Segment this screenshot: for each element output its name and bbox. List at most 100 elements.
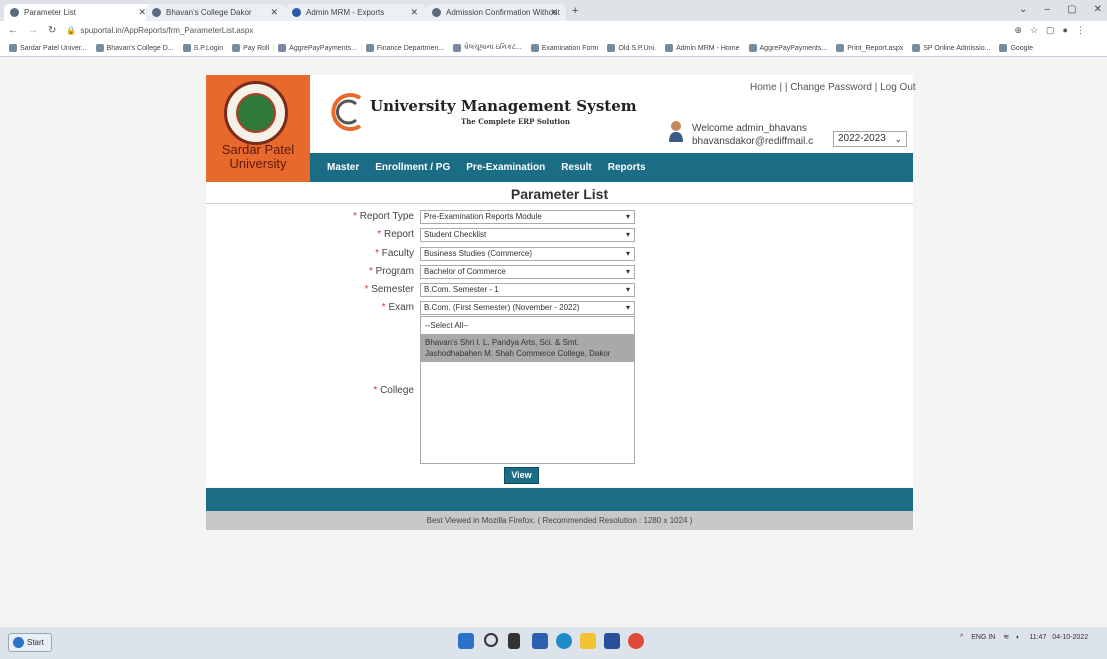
dropdown-arrow-icon: ▾ [625,303,630,312]
bookmark-icon [999,44,1008,52]
nav-enrollment-pg[interactable]: Enrollment / PG [375,162,450,173]
lang-indicator[interactable]: ENG IN [971,634,995,641]
bookmark-item[interactable]: ઘેલચૂલાના ઇનિકટ... [453,44,522,52]
semester-select[interactable]: B.Com. Semester - 1 ▾ [420,283,635,297]
new-tab-button[interactable]: + [572,5,578,17]
program-select[interactable]: Bachelor of Commerce ▾ [420,265,635,279]
user-email: bhavansdakor@rediffmail.c [692,136,814,147]
bookmark-item[interactable]: Google [999,44,1033,52]
windows-icon[interactable] [458,633,474,649]
bookmark-item[interactable]: SP Online Admissio... [912,44,990,52]
minimize-icon[interactable]: – [1044,4,1050,15]
tab-admission[interactable]: Admission Confirmation Without ✕ [426,4,566,21]
maximize-icon[interactable]: ▢ [1067,4,1076,15]
faculty-label: * Faculty [375,248,414,259]
bookmark-icon [748,44,757,52]
bookmark-icon [95,44,104,52]
university-name: Sardar Patel University [221,142,295,171]
university-logo[interactable]: Sardar Patel University [206,75,310,182]
report-label: * Report [377,229,414,240]
college-icon [152,8,161,17]
bookmark-item[interactable]: Print_Report.aspx [836,44,903,52]
wifi-icon[interactable]: ≋ [1003,634,1009,641]
report-type-select[interactable]: Pre-Examination Reports Module ▾ [420,210,635,224]
folder-icon[interactable] [580,633,596,649]
faculty-select[interactable]: Business Studies (Commerce) ▾ [420,247,635,261]
bookmark-icon [9,44,17,52]
search-icon[interactable] [484,633,498,647]
edge-icon[interactable] [556,633,572,649]
url-field[interactable]: spuportal.in/AppReports/frm_ParameterLis… [80,26,253,35]
bookmark-icon [453,44,462,52]
browser-actions[interactable]: ⊕☆▢●⋮ [1014,25,1093,36]
college-label: * College [373,385,414,396]
close-tab-icon[interactable]: ✕ [138,7,146,18]
close-tab-icon[interactable]: ✕ [550,7,558,18]
bookmark-item[interactable]: Pay Roll [232,44,269,52]
nav-reports[interactable]: Reports [608,162,646,173]
view-button[interactable]: View [504,467,539,484]
bookmark-icon [365,44,374,52]
bookmark-item[interactable]: Sardar Patel Univer... [9,44,87,52]
dropdown-arrow-icon: ▾ [625,267,630,276]
academic-year-select[interactable]: 2022-2023 ⌄ [833,131,907,147]
university-seal-icon [224,81,288,145]
bookmark-icon [912,44,921,52]
bookmark-item[interactable]: AggrePayPayments... [748,44,827,52]
volume-icon[interactable]: ◖ [1015,634,1019,641]
footer-note: Best Viewed in Mozilla Firefox. ( Recomm… [206,511,913,530]
dropdown-arrow-icon: ▾ [625,285,630,294]
task-view-icon[interactable] [508,633,520,649]
bookmark-item[interactable]: Examination Form [530,44,598,52]
nav-result[interactable]: Result [561,162,592,173]
college-listbox[interactable]: --Select All-- Bhavan's Shri I. L. Pandy… [420,316,635,464]
chat-icon[interactable] [532,633,548,649]
exam-label: * Exam [381,302,414,313]
clock-date[interactable]: 04-10-2022 [1052,634,1088,641]
bookmark-icon [836,44,845,52]
chevron-up-icon[interactable]: ^ [960,634,963,641]
reload-icon[interactable]: ↻ [48,25,56,36]
top-links[interactable]: Home | | Change Password | Log Out [750,82,916,93]
bookmark-item[interactable]: Admin MRM - Home [665,44,740,52]
close-tab-icon[interactable]: ✕ [410,7,418,18]
report-select[interactable]: Student Checklist ▾ [420,228,635,242]
forward-icon[interactable]: → [28,25,38,36]
welcome-text: Welcome admin_bhavans [692,123,807,134]
bookmark-icon [278,44,287,52]
bookmark-icon [232,44,241,52]
back-icon[interactable]: ← [8,25,18,36]
system-subtitle: The Complete ERP Solution [461,117,570,126]
bookmark-item[interactable]: S.P.Login [182,44,223,52]
address-bar: ← → ↻ 🔒 spuportal.in/AppReports/frm_Para… [0,21,1107,41]
chrome-icon[interactable] [628,633,644,649]
tab-title: Admission Confirmation Without [446,8,560,17]
college-option[interactable]: Bhavan's Shri I. L. Pandya Arts, Sci. & … [421,334,634,362]
exam-select[interactable]: B.Com. (First Semester) (November - 2022… [420,301,635,315]
start-button[interactable]: Start [8,633,52,652]
tab-parameter-list[interactable]: Parameter List ✕ [4,4,154,21]
close-tab-icon[interactable]: ✕ [270,7,278,18]
bookmark-icon [530,44,539,52]
user-avatar-icon [669,121,683,142]
bookmark-item[interactable]: Finance Departmen... [365,44,444,52]
bookmark-icon [182,44,191,52]
dropdown-arrow-icon: ▾ [625,230,630,239]
close-icon[interactable]: ✕ [1094,4,1102,15]
bookmark-item[interactable]: Old S.P.Uni. [607,44,656,52]
chevron-down-icon[interactable]: ⌄ [1019,4,1027,15]
store-icon[interactable] [604,633,620,649]
clock-time[interactable]: 11:47 [1029,634,1046,641]
system-tray: ^ ENG IN ≋ ◖ 11:47 04-10-2022 [960,633,1088,641]
tab-admin-mrm[interactable]: Admin MRM - Exports ✕ [286,4,426,21]
tab-bhavans-college[interactable]: Bhavan's College Dakor ✕ [146,4,286,21]
bookmarks-bar: Sardar Patel Univer... Bhavan's College … [0,40,1107,57]
bookmark-item[interactable]: Bhavan's College D... [95,44,174,52]
nav-pre-examination[interactable]: Pre-Examination [466,162,545,173]
app-icon [292,8,301,17]
nav-master[interactable]: Master [327,162,359,173]
bookmark-item[interactable]: AggrePayPayments... [278,44,357,52]
bookmark-icon [665,44,674,52]
lock-icon: 🔒 [66,26,77,35]
college-option-select-all[interactable]: --Select All-- [421,317,634,334]
